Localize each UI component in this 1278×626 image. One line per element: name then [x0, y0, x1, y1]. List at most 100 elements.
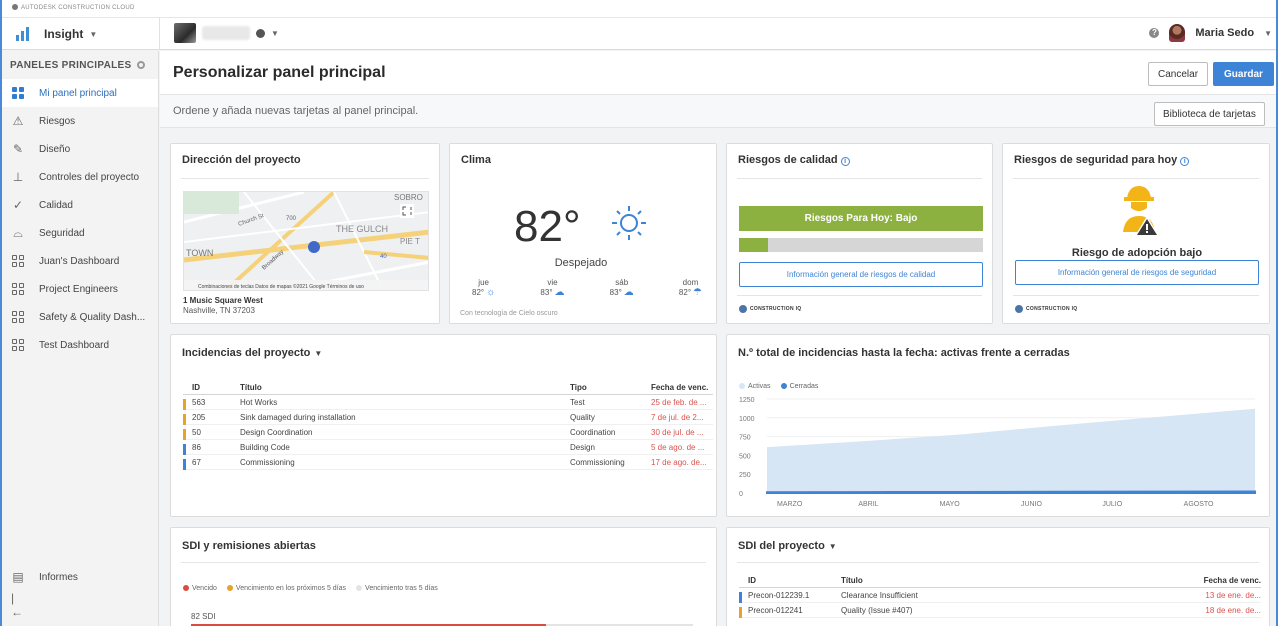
sidebar-item-juans-dashboard[interactable]: Juan's Dashboard — [2, 247, 158, 275]
construction-worker-icon — [1123, 186, 1159, 236]
sidebar-item-mi-panel[interactable]: Mi panel principal — [2, 79, 158, 107]
avatar[interactable] — [1169, 24, 1186, 42]
forecast-day: dom 82° ☂ — [678, 278, 702, 298]
sidebar-item-informes[interactable]: ▤ Informes — [2, 563, 158, 591]
table-header: ID Título Tipo Fecha de venc. — [183, 380, 713, 395]
autodesk-logo-icon — [12, 4, 18, 10]
map-label: THE GULCH — [336, 224, 388, 234]
x-tick-label: JUNIO — [1021, 501, 1043, 508]
card-title: SDI y remisiones abiertas — [182, 540, 316, 552]
quality-risk-overview-button[interactable]: Información general de riesgos de calida… — [739, 262, 983, 287]
collapse-sidebar-button[interactable]: |← — [2, 591, 158, 619]
x-tick-label: MAYO — [940, 501, 961, 508]
helmet-icon: ⌓ — [13, 225, 23, 240]
legend-item[interactable]: Activas — [739, 383, 771, 390]
x-tick-label: MARZO — [777, 501, 803, 508]
chevron-down-icon: ▼ — [89, 29, 98, 39]
sidebar-item-test-dashboard[interactable]: Test Dashboard — [2, 331, 158, 359]
user-name[interactable]: Maria Sedo — [1195, 27, 1254, 39]
chevron-down-icon: ▼ — [314, 349, 323, 358]
card-issues-chart[interactable]: N.º total de incidencias hasta la fecha:… — [726, 334, 1270, 517]
chevron-down-icon[interactable]: ▼ — [1264, 29, 1272, 38]
card-project-issues[interactable]: Incidencias del proyecto ▼ ID Título Tipo… — [170, 334, 717, 517]
sidebar-item-controles[interactable]: ⊥ Controles del proyecto — [2, 163, 158, 191]
current-temperature: 82° — [514, 202, 581, 251]
sun-icon — [612, 206, 646, 240]
user-area: ? Maria Sedo ▼ — [1149, 24, 1272, 42]
dashboard-icon — [11, 86, 25, 100]
map[interactable]: SOBRO THE GULCH PIE T TOWN Church St 700… — [183, 191, 429, 291]
settings-icon[interactable] — [137, 61, 146, 69]
warning-icon: ⚠ — [12, 114, 24, 128]
card-title: Riesgos de calidad i — [727, 144, 992, 166]
table-row[interactable]: Precon-012239.1 Clearance Insufficient 1… — [739, 588, 1261, 603]
cancel-button[interactable]: Cancelar — [1148, 62, 1209, 86]
sidebar-footer: ▤ Informes |← — [2, 563, 158, 619]
table-row[interactable]: 563 Hot Works Test 25 de feb. de ... — [183, 395, 713, 410]
brand-name: AUTODESK CONSTRUCTION CLOUD — [21, 5, 135, 11]
card-quality-risk[interactable]: Riesgos de calidad i Riesgos Para Hoy: Ba… — [726, 143, 993, 324]
sidebar-item-riesgos[interactable]: ⚠ Riesgos — [2, 107, 158, 135]
weather-attribution[interactable]: Con tecnología de Cielo oscuro — [460, 310, 558, 317]
card-title[interactable]: SDI del proyecto ▼ — [727, 528, 1269, 552]
rfi-table: ID Título Fecha de venc. Precon-012239.1… — [739, 573, 1261, 618]
safety-risk-status: Riesgo de adopción bajo — [1071, 247, 1203, 259]
card-library-button[interactable]: Biblioteca de tarjetas — [1154, 102, 1265, 126]
sidebar-item-project-engineers[interactable]: Project Engineers — [2, 275, 158, 303]
series-area-cerradas[interactable] — [766, 490, 1256, 494]
address-line-1: 1 Music Square West — [183, 296, 263, 305]
card-title: N.º total de incidencias hasta la fecha:… — [738, 347, 1070, 359]
app-switcher[interactable]: Insight ▼ — [10, 18, 160, 50]
legend-item[interactable]: Cerradas — [780, 383, 818, 390]
table-header: ID Título Fecha de venc. — [739, 573, 1261, 588]
project-switcher[interactable]: ▼ — [174, 23, 279, 43]
project-thumbnail — [174, 23, 196, 43]
construction-iq-brand: CONSTRUCTION IQ — [1015, 305, 1077, 313]
main-content: Personalizar panel principal Cancelar Gu… — [160, 51, 1276, 626]
issues-table: ID Título Tipo Fecha de venc. 563 Hot Wo… — [183, 380, 713, 470]
y-tick-label: 1000 — [739, 416, 755, 423]
y-tick-label: 0 — [739, 491, 743, 498]
y-tick-label: 1250 — [739, 397, 755, 404]
sidebar-item-label: Riesgos — [39, 115, 76, 127]
sidebar-item-label: Safety & Quality Dash... — [39, 311, 146, 323]
info-icon[interactable]: i — [840, 157, 850, 166]
card-safety-risk[interactable]: Riesgos de seguridad para hoy i Riesgo de… — [1002, 143, 1270, 324]
card-weather[interactable]: Clima 82° Despejado jue 82° ☼ vie 83° ☁ sáb 8… — [449, 143, 717, 324]
help-icon[interactable]: ? — [1149, 28, 1160, 38]
construction-iq-logo-icon — [739, 305, 747, 313]
table-row[interactable]: 205 Sink damaged during installation Qua… — [183, 410, 713, 425]
sun-icon: ☼ — [486, 287, 496, 298]
page-header: Personalizar panel principal — [160, 51, 1276, 95]
table-row[interactable]: Precon-012241 Quality (Issue #407) 18 de… — [739, 603, 1261, 618]
card-title[interactable]: Incidencias del proyecto ▼ — [171, 335, 716, 359]
safety-risk-overview-button[interactable]: Información general de riesgos de seguri… — [1015, 260, 1259, 285]
sidebar-item-calidad[interactable]: ✓ Calidad — [2, 191, 158, 219]
construction-iq-logo-icon — [1015, 305, 1023, 313]
forecast-day: vie 83° ☁ — [540, 278, 565, 298]
top-bar: Insight ▼ ▼ ? Maria Sedo ▼ — [2, 18, 1276, 50]
sidebar-item-safety-quality[interactable]: Safety & Quality Dash... — [2, 303, 158, 331]
map-label: SOBRO — [394, 193, 423, 202]
app-window: AUTODESK CONSTRUCTION CLOUD Insight ▼ ▼ … — [0, 0, 1278, 626]
series-area-activas[interactable] — [767, 408, 1255, 493]
info-icon[interactable]: i — [1180, 157, 1190, 166]
sidebar-item-seguridad[interactable]: ⌓ Seguridad — [2, 219, 158, 247]
save-button[interactable]: Guardar — [1213, 62, 1274, 86]
card-project-location[interactable]: Dirección del proyecto SOBRO THE GULCH P… — [170, 143, 440, 324]
sidebar-item-diseno[interactable]: ✎ Diseño — [2, 135, 158, 163]
card-project-rfis[interactable]: SDI del proyecto ▼ ID Título Fecha de ven… — [726, 527, 1270, 626]
table-row[interactable]: 67 Commissioning Commissioning 17 de ago… — [183, 455, 713, 470]
table-row[interactable]: 86 Building Code Design 5 de ago. de ... — [183, 440, 713, 455]
globe-icon — [256, 28, 265, 38]
x-tick-label: AGOSTO — [1184, 501, 1214, 508]
table-row[interactable]: 50 Design Coordination Coordination 30 d… — [183, 425, 713, 440]
map-attribution[interactable]: Combinaciones de teclas Datos de mapas ©… — [198, 283, 364, 290]
sidebar-item-label: Controles del proyecto — [39, 171, 140, 183]
issues-area-chart[interactable]: 1250 1000 750 500 250 0 MARZO ABRIL MAYO JUNIO JUL… — [739, 393, 1261, 511]
card-rfi-submittals[interactable]: SDI y remisiones abiertas Vencido Vencim… — [170, 527, 717, 626]
card-title: Riesgos de seguridad para hoy i — [1003, 144, 1269, 166]
sidebar-item-label: Diseño — [39, 143, 71, 155]
project-name-redacted — [202, 26, 250, 40]
report-icon: ▤ — [12, 570, 24, 584]
